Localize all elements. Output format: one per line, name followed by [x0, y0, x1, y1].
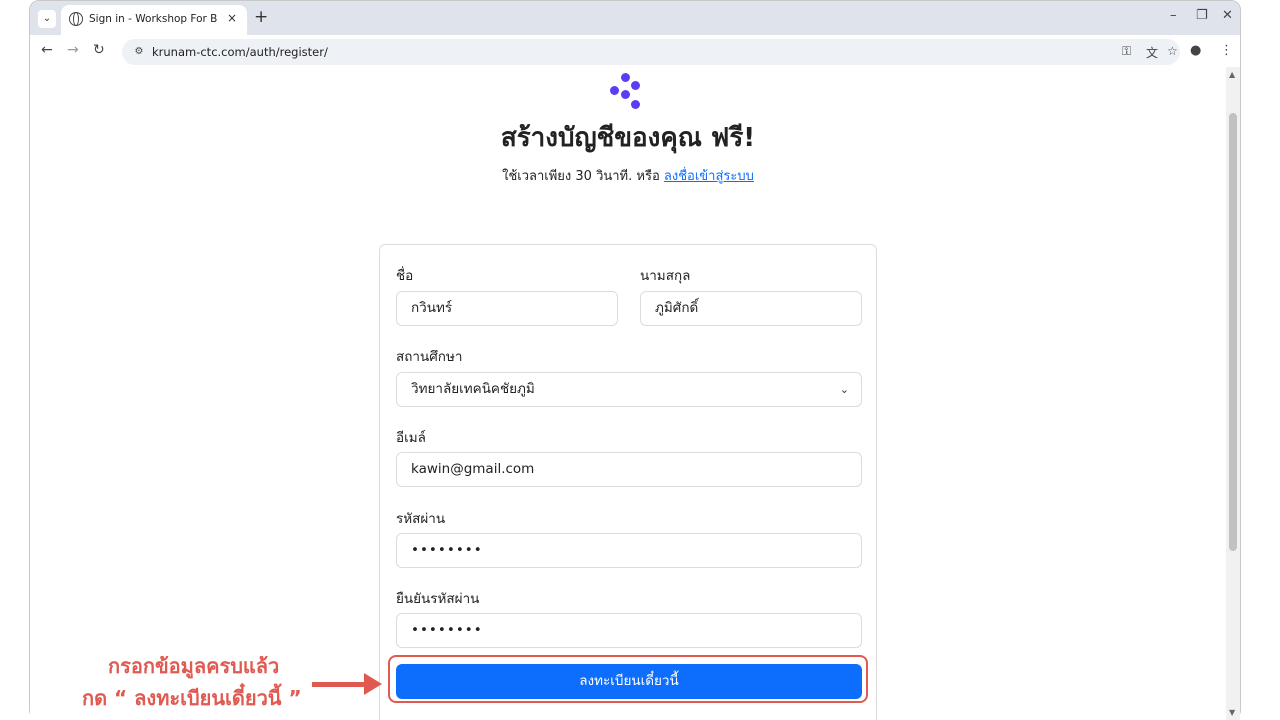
school-select-value: วิทยาลัยเทคนิคชัยภูมิ: [411, 381, 535, 397]
email-input[interactable]: kawin@gmail.com: [396, 452, 862, 487]
browser-toolbar: ← → ↻ ⚙ krunam-ctc.com/auth/register/ ⚿ …: [30, 35, 1240, 68]
subtitle-text: ใช้เวลาเพียง 30 วินาที. หรือ: [502, 169, 664, 184]
confirm-password-label: ยืนยันรหัสผ่าน: [396, 591, 480, 607]
tab-bar: ⌄ Sign in - Workshop For Beginners × + –…: [30, 1, 1240, 35]
site-info-icon[interactable]: ⚙: [130, 43, 148, 61]
forward-arrow-icon[interactable]: →: [67, 42, 79, 58]
tab-search-chevron-icon[interactable]: ⌄: [38, 10, 56, 28]
annotation-line1: กรอกข้อมูลครบแล้ว: [108, 654, 280, 678]
first-name-label: ชื่อ: [396, 268, 414, 284]
last-name-label: นามสกุล: [640, 268, 691, 284]
confirm-password-input[interactable]: ••••••••: [396, 613, 862, 648]
minimize-button[interactable]: –: [1170, 8, 1177, 23]
close-window-button[interactable]: ✕: [1222, 8, 1233, 23]
school-label: สถานศึกษา: [396, 349, 463, 365]
annotation-arrow: [312, 682, 370, 687]
tab-close-icon[interactable]: ×: [227, 11, 237, 25]
url-text: krunam-ctc.com/auth/register/: [152, 45, 328, 59]
vertical-scrollbar[interactable]: ▲ ▼: [1226, 67, 1240, 720]
site-logo-icon: [607, 73, 643, 109]
sign-in-link[interactable]: ลงชื่อเข้าสู่ระบบ: [664, 169, 754, 184]
page-title: สร้างบัญชีของคุณ ฟรี!: [500, 123, 756, 153]
tab-active[interactable]: Sign in - Workshop For Beginners ×: [61, 5, 247, 35]
scroll-down-icon[interactable]: ▼: [1229, 708, 1235, 717]
register-form-card: ชื่อ กวินทร์ นามสกุล ภูมิศักดิ์ สถานศึกษ…: [379, 244, 877, 720]
back-arrow-icon[interactable]: ←: [41, 42, 53, 58]
annotation-line2: กด “ ลงทะเบียนเดี๋ยวนี้ ”: [82, 686, 302, 710]
last-name-input[interactable]: ภูมิศักดิ์: [640, 291, 862, 326]
password-label: รหัสผ่าน: [396, 511, 446, 527]
profile-icon[interactable]: ●: [1190, 43, 1201, 58]
school-select[interactable]: วิทยาลัยเทคนิคชัยภูมิ ⌄: [396, 372, 862, 407]
scroll-up-icon[interactable]: ▲: [1229, 70, 1235, 79]
key-icon[interactable]: ⚿: [1122, 44, 1131, 59]
menu-kebab-icon[interactable]: ⋮: [1220, 43, 1233, 58]
restore-button[interactable]: ❐: [1196, 8, 1208, 23]
page-viewport: สร้างบัญชีของคุณ ฟรี! ใช้เวลาเพียง 30 วิ…: [30, 67, 1226, 720]
email-label: อีเมล์: [396, 430, 426, 446]
reload-icon[interactable]: ↻: [93, 42, 105, 58]
chevron-down-icon: ⌄: [839, 383, 849, 396]
annotation-arrow-head-icon: [364, 673, 382, 695]
first-name-input[interactable]: กวินทร์: [396, 291, 618, 326]
new-tab-button[interactable]: +: [254, 7, 268, 27]
scroll-thumb[interactable]: [1229, 113, 1237, 551]
globe-icon: [69, 12, 83, 26]
address-bar[interactable]: ⚙ krunam-ctc.com/auth/register/ ⚿ 文 ☆: [122, 39, 1180, 65]
password-input[interactable]: ••••••••: [396, 533, 862, 568]
page-subtitle: ใช้เวลาเพียง 30 วินาที. หรือ ลงชื่อเข้าส…: [30, 165, 1226, 186]
annotation-highlight-box: [388, 655, 868, 703]
star-icon[interactable]: ☆: [1167, 44, 1178, 58]
translate-icon[interactable]: 文: [1146, 44, 1158, 61]
tab-title: Sign in - Workshop For Beginners: [89, 13, 217, 25]
